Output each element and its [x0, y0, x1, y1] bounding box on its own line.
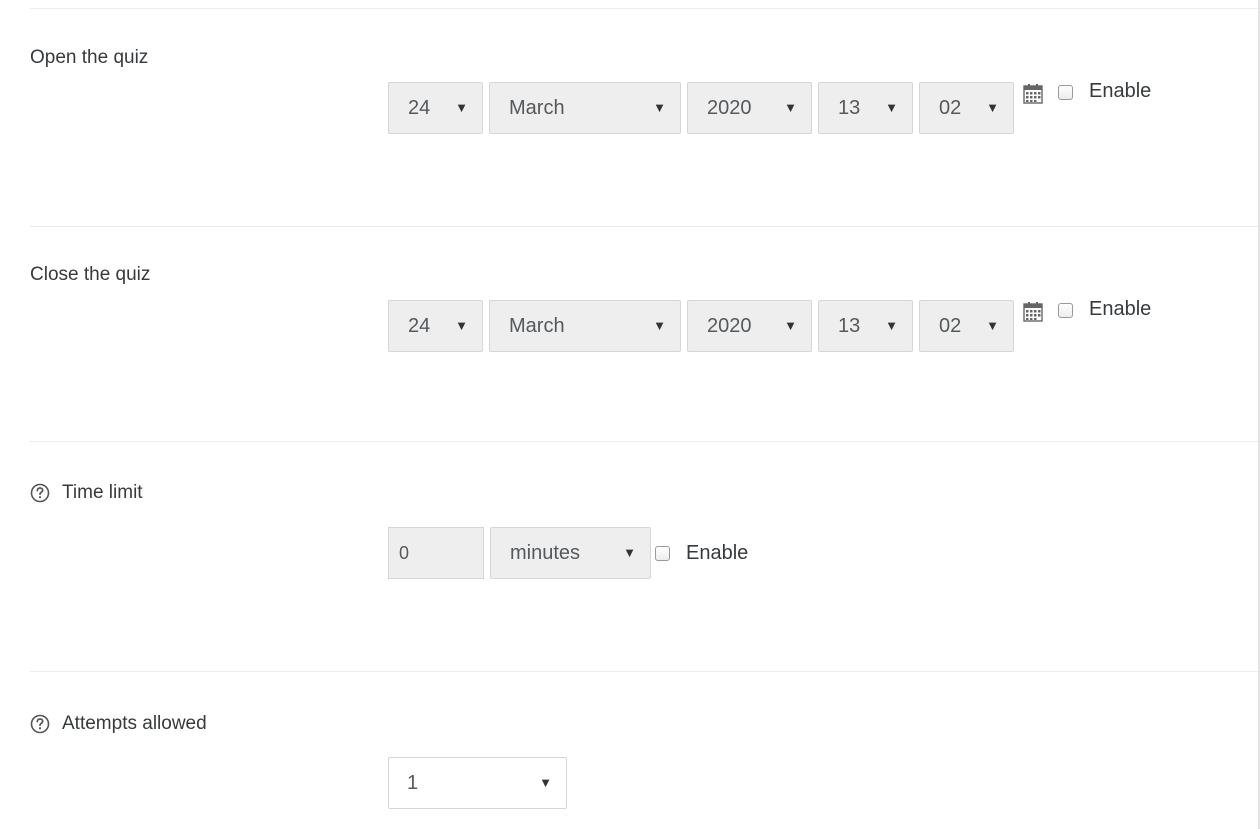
time-limit-enable-checkbox[interactable]	[655, 545, 670, 561]
time-limit-enable-label[interactable]: Enable	[686, 542, 748, 565]
open-quiz-label: Open the quiz	[30, 47, 148, 69]
time-limit-label-text: Time limit	[62, 482, 143, 503]
caret-down-icon: ▼	[885, 318, 898, 333]
caret-down-icon: ▼	[653, 318, 666, 333]
caret-down-icon: ▼	[986, 100, 999, 115]
attempts-row: Attempts allowed 1 ▼	[30, 671, 1258, 829]
caret-down-icon: ▼	[885, 100, 898, 115]
open-quiz-controls: 24 ▼ March ▼ 2020 ▼ 13 ▼ 02 ▼ Enable	[388, 80, 1151, 134]
close-day-select[interactable]: 24 ▼	[388, 300, 483, 352]
close-enable-label[interactable]: Enable	[1089, 298, 1151, 321]
open-enable-checkbox[interactable]	[1058, 85, 1073, 100]
close-enable-checkbox[interactable]	[1058, 303, 1073, 318]
caret-down-icon: ▼	[455, 318, 468, 333]
time-unit-value: minutes	[510, 541, 581, 564]
close-year-value: 2020	[707, 314, 752, 337]
quiz-timing-settings: Open the quiz 24 ▼ March ▼ 2020 ▼ 13 ▼ 0…	[0, 0, 1260, 829]
close-minute-select[interactable]: 02 ▼	[919, 300, 1014, 352]
close-year-select[interactable]: 2020 ▼	[687, 300, 812, 352]
open-month-value: March	[509, 96, 565, 119]
caret-down-icon: ▼	[986, 318, 999, 333]
close-quiz-label-text: Close the quiz	[30, 264, 151, 285]
caret-down-icon: ▼	[455, 100, 468, 115]
close-day-value: 24	[408, 314, 431, 337]
attempts-label: Attempts allowed	[30, 713, 207, 735]
close-minute-value: 02	[939, 314, 962, 337]
caret-down-icon: ▼	[623, 545, 636, 560]
open-enable-label[interactable]: Enable	[1089, 80, 1151, 103]
help-circle-icon[interactable]	[30, 714, 50, 734]
close-month-select[interactable]: March ▼	[489, 300, 681, 352]
open-day-select[interactable]: 24 ▼	[388, 82, 483, 134]
caret-down-icon: ▼	[539, 775, 552, 790]
open-quiz-label-text: Open the quiz	[30, 47, 149, 68]
time-limit-controls: 0 minutes ▼ Enable	[388, 527, 748, 579]
close-quiz-label: Close the quiz	[30, 264, 150, 286]
open-minute-value: 02	[939, 96, 962, 119]
caret-down-icon: ▼	[784, 100, 797, 115]
caret-down-icon: ▼	[784, 318, 797, 333]
open-year-select[interactable]: 2020 ▼	[687, 82, 812, 134]
close-hour-value: 13	[838, 314, 861, 337]
open-hour-select[interactable]: 13 ▼	[818, 82, 913, 134]
calendar-icon[interactable]	[1022, 83, 1044, 105]
help-circle-icon[interactable]	[30, 483, 50, 503]
open-minute-select[interactable]: 02 ▼	[919, 82, 1014, 134]
open-month-select[interactable]: March ▼	[489, 82, 681, 134]
close-quiz-row: Close the quiz 24 ▼ March ▼ 2020 ▼ 13 ▼ …	[30, 226, 1258, 442]
time-unit-select[interactable]: minutes ▼	[490, 527, 651, 579]
time-limit-input[interactable]: 0	[388, 527, 484, 579]
open-day-value: 24	[408, 96, 431, 119]
attempts-label-text: Attempts allowed	[62, 713, 207, 734]
close-hour-select[interactable]: 13 ▼	[818, 300, 913, 352]
caret-down-icon: ▼	[653, 100, 666, 115]
open-quiz-row: Open the quiz 24 ▼ March ▼ 2020 ▼ 13 ▼ 0…	[30, 9, 1258, 227]
open-hour-value: 13	[838, 96, 861, 119]
time-limit-label: Time limit	[30, 482, 143, 504]
attempts-select[interactable]: 1 ▼	[388, 757, 567, 809]
attempts-controls: 1 ▼	[388, 757, 573, 809]
open-year-value: 2020	[707, 96, 752, 119]
calendar-icon[interactable]	[1022, 301, 1044, 323]
time-limit-row: Time limit 0 minutes ▼ Enable	[30, 441, 1258, 672]
attempts-value: 1	[407, 771, 419, 794]
time-limit-value: 0	[399, 542, 410, 563]
close-quiz-controls: 24 ▼ March ▼ 2020 ▼ 13 ▼ 02 ▼ Enable	[388, 298, 1151, 352]
close-month-value: March	[509, 314, 565, 337]
